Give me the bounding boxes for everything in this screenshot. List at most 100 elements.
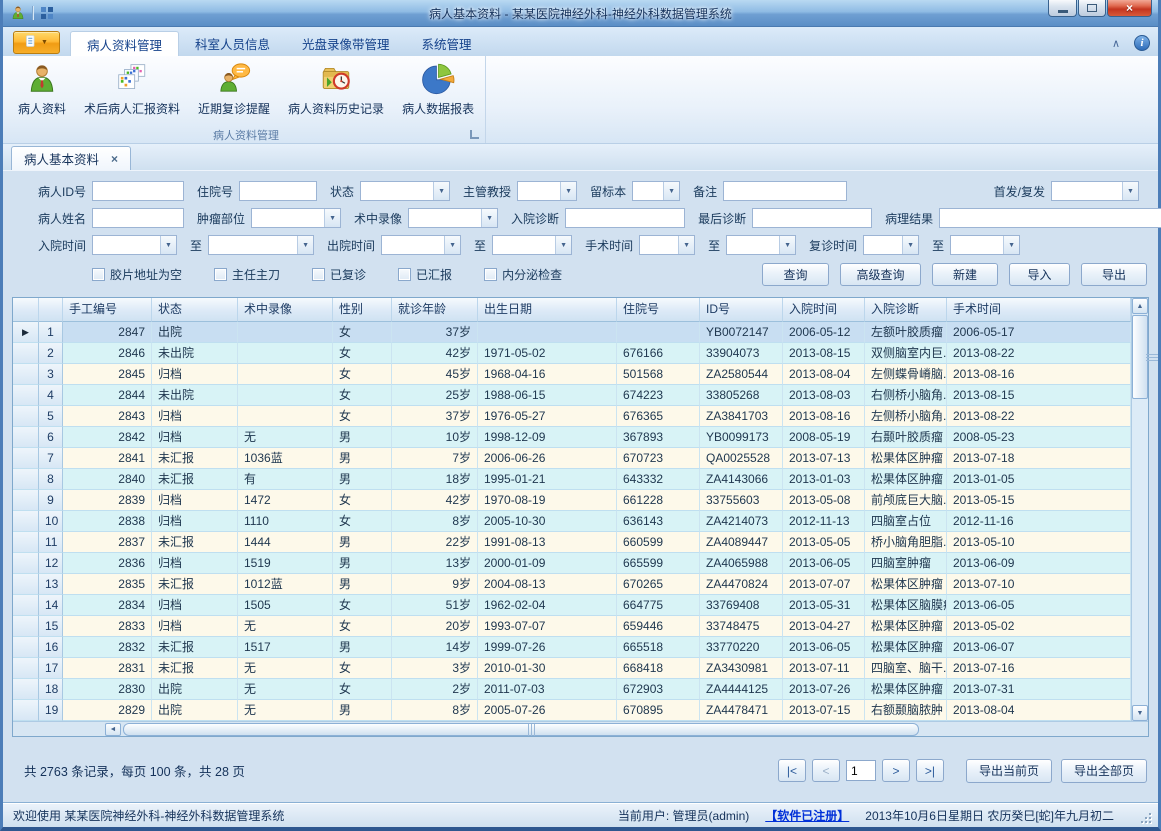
filter-combo[interactable]: ▼ <box>492 235 572 255</box>
filter-combo[interactable]: ▼ <box>208 235 314 255</box>
prev-page-button[interactable]: < <box>812 759 840 782</box>
chevron-down-icon[interactable]: ▼ <box>324 209 340 227</box>
last-page-button[interactable]: >| <box>916 759 944 782</box>
app-icon[interactable] <box>9 4 27 22</box>
chevron-down-icon[interactable]: ▼ <box>663 182 679 200</box>
filter-input[interactable] <box>239 181 317 201</box>
table-row[interactable]: 142834归档1505女51岁1962-02-0466477533769408… <box>13 595 1131 616</box>
combo-input[interactable] <box>633 182 663 200</box>
grid-header-出生日期[interactable]: 出生日期 <box>478 298 617 322</box>
scroll-left-icon[interactable]: ◄ <box>105 723 121 736</box>
chevron-down-icon[interactable]: ▼ <box>297 236 313 254</box>
combo-input[interactable] <box>209 236 297 254</box>
ribbon-button-history-records[interactable]: 病人资料历史记录 <box>279 56 393 126</box>
maximize-button[interactable] <box>1078 0 1106 17</box>
next-page-button[interactable]: > <box>882 759 910 782</box>
table-row[interactable]: 132835未汇报1012蓝男9岁2004-08-13670265ZA44708… <box>13 574 1131 595</box>
filter-input[interactable] <box>939 208 1161 228</box>
grid-header-性别[interactable]: 性别 <box>333 298 392 322</box>
grid-header-入院时间[interactable]: 入院时间 <box>783 298 865 322</box>
filter-combo[interactable]: ▼ <box>950 235 1020 255</box>
chevron-down-icon[interactable]: ▼ <box>560 182 576 200</box>
ribbon-button-postop-report[interactable]: 术后病人汇报资料 <box>75 56 189 126</box>
table-row[interactable]: 32845归档女45岁1968-04-16501568ZA25805442013… <box>13 364 1131 385</box>
filter-combo[interactable]: ▼ <box>726 235 796 255</box>
quick-access-icon[interactable] <box>38 4 56 22</box>
action-button-新建[interactable]: 新建 <box>932 263 998 286</box>
collapse-ribbon-icon[interactable]: ∧ <box>1112 37 1120 50</box>
chevron-down-icon[interactable]: ▼ <box>433 182 449 200</box>
filter-combo[interactable]: ▼ <box>360 181 450 201</box>
page-number-input[interactable] <box>846 760 876 781</box>
ribbon-button-data-report[interactable]: 病人数据报表 <box>393 56 483 126</box>
table-row[interactable]: 92839归档1472女42岁1970-08-19661228337556032… <box>13 490 1131 511</box>
ribbon-tab-3[interactable]: 光盘录像带管理 <box>286 31 406 56</box>
chevron-down-icon[interactable]: ▼ <box>481 209 497 227</box>
combo-input[interactable] <box>382 236 444 254</box>
grid-header-术中录像[interactable]: 术中录像 <box>238 298 333 322</box>
table-row[interactable]: 192829出院无男8岁2005-07-26670895ZA4478471201… <box>13 700 1131 721</box>
grid-header-住院号[interactable]: 住院号 <box>617 298 700 322</box>
horizontal-scrollbar[interactable]: ◄ <box>13 721 1148 736</box>
vertical-scroll-thumb[interactable] <box>1132 315 1148 399</box>
combo-input[interactable] <box>864 236 902 254</box>
table-row[interactable]: 82840未汇报有男18岁1995-01-21643332ZA414306620… <box>13 469 1131 490</box>
filter-input[interactable] <box>723 181 847 201</box>
filter-input[interactable] <box>92 181 184 201</box>
chevron-down-icon[interactable]: ▼ <box>444 236 460 254</box>
filter-combo[interactable]: ▼ <box>863 235 919 255</box>
table-row[interactable]: 172831未汇报无女3岁2010-01-30668418ZA343098120… <box>13 658 1131 679</box>
filter-combo[interactable]: ▼ <box>1051 181 1139 201</box>
checkbox-box[interactable] <box>214 268 227 281</box>
filter-combo[interactable]: ▼ <box>517 181 577 201</box>
action-button-导出[interactable]: 导出 <box>1081 263 1147 286</box>
filter-combo[interactable]: ▼ <box>251 208 341 228</box>
minimize-button[interactable] <box>1048 0 1077 17</box>
checkbox-主任主刀[interactable]: 主任主刀 <box>214 266 280 283</box>
ribbon-button-patient[interactable]: 病人资料 <box>9 56 75 126</box>
grid-header-手工编号[interactable]: 手工编号 <box>63 298 152 322</box>
filter-combo[interactable]: ▼ <box>408 208 498 228</box>
filter-combo[interactable]: ▼ <box>639 235 695 255</box>
filter-combo[interactable]: ▼ <box>381 235 461 255</box>
checkbox-已汇报[interactable]: 已汇报 <box>398 266 452 283</box>
ribbon-tab-1[interactable]: 病人资料管理 <box>70 31 179 56</box>
filter-input[interactable] <box>565 208 685 228</box>
combo-input[interactable] <box>640 236 678 254</box>
table-row[interactable]: 52843归档女37岁1976-05-27676365ZA38417032013… <box>13 406 1131 427</box>
chevron-down-icon[interactable]: ▼ <box>555 236 571 254</box>
grid-header-手术时间[interactable]: 手术时间 <box>947 298 1131 322</box>
tab-close-icon[interactable]: × <box>111 152 118 166</box>
combo-input[interactable] <box>1052 182 1122 200</box>
ribbon-button-revisit-reminder[interactable]: 近期复诊提醒 <box>189 56 279 126</box>
filter-input[interactable] <box>92 208 184 228</box>
combo-input[interactable] <box>727 236 779 254</box>
chevron-down-icon[interactable]: ▼ <box>160 236 176 254</box>
checkbox-box[interactable] <box>484 268 497 281</box>
scroll-up-icon[interactable]: ▲ <box>1132 298 1148 314</box>
checkbox-box[interactable] <box>92 268 105 281</box>
action-button-高级查询[interactable]: 高级查询 <box>840 263 921 286</box>
ribbon-tab-4[interactable]: 系统管理 <box>406 31 488 56</box>
table-row[interactable]: 112837未汇报1444男22岁1991-08-13660599ZA40894… <box>13 532 1131 553</box>
combo-input[interactable] <box>361 182 433 200</box>
horizontal-scroll-thumb[interactable] <box>123 723 919 736</box>
resize-grip[interactable] <box>1140 812 1152 824</box>
filter-combo[interactable]: ▼ <box>92 235 177 255</box>
filter-input[interactable] <box>752 208 872 228</box>
info-icon[interactable]: i <box>1134 35 1150 51</box>
grid-header-入院诊断[interactable]: 入院诊断 <box>865 298 947 322</box>
table-row[interactable]: 162832未汇报1517男14岁1999-07-266655183377022… <box>13 637 1131 658</box>
checkbox-胶片地址为空[interactable]: 胶片地址为空 <box>92 266 182 283</box>
grid-header-ID号[interactable]: ID号 <box>700 298 783 322</box>
export-current-page-button[interactable]: 导出当前页 <box>966 759 1052 783</box>
table-row[interactable]: 102838归档1110女8岁2005-10-30636143ZA4214073… <box>13 511 1131 532</box>
chevron-down-icon[interactable]: ▼ <box>779 236 795 254</box>
combo-input[interactable] <box>951 236 1003 254</box>
table-row[interactable]: 122836归档1519男13岁2000-01-09665599ZA406598… <box>13 553 1131 574</box>
combo-input[interactable] <box>518 182 560 200</box>
export-all-pages-button[interactable]: 导出全部页 <box>1061 759 1147 783</box>
close-button[interactable]: × <box>1107 0 1152 17</box>
grid-header-就诊年龄[interactable]: 就诊年龄 <box>392 298 478 322</box>
table-row[interactable]: 182830出院无女2岁2011-07-03672903ZA4444125201… <box>13 679 1131 700</box>
